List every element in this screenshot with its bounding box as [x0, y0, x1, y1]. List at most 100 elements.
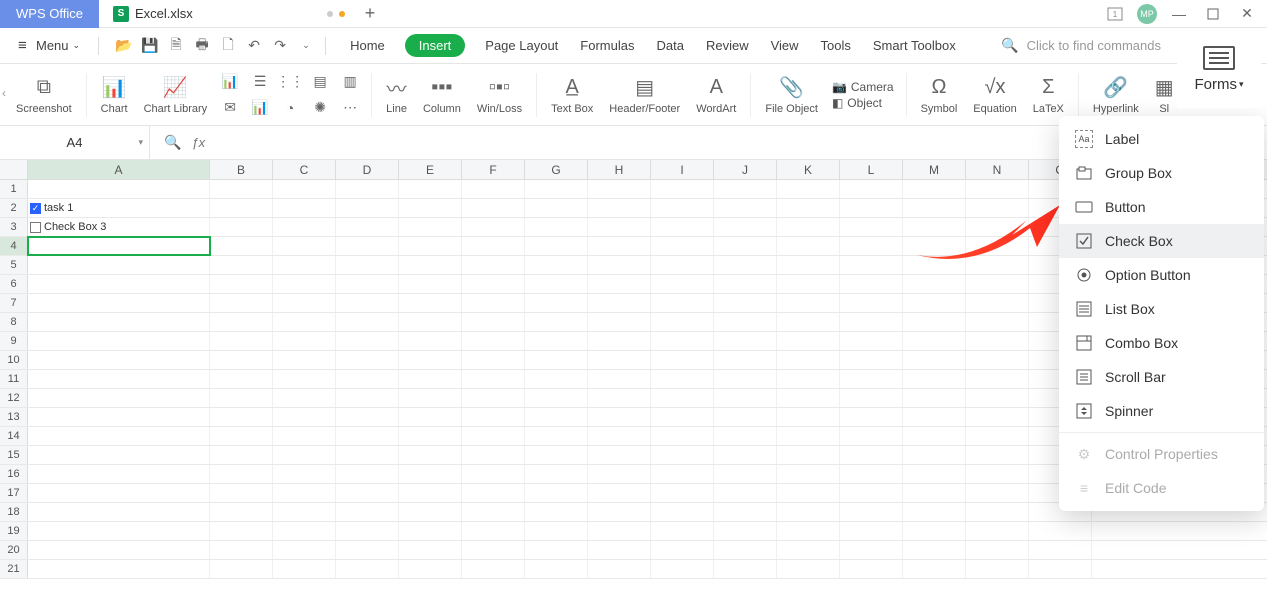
cell[interactable] [336, 351, 399, 369]
cell[interactable] [273, 275, 336, 293]
cell[interactable] [462, 522, 525, 540]
cell[interactable] [28, 446, 210, 464]
cell[interactable] [336, 332, 399, 350]
cell[interactable] [651, 218, 714, 236]
cell[interactable] [336, 237, 399, 255]
user-avatar[interactable]: MP [1137, 4, 1157, 24]
cell[interactable] [588, 351, 651, 369]
cell[interactable] [651, 237, 714, 255]
cell[interactable] [777, 541, 840, 559]
cell[interactable] [588, 180, 651, 198]
cell[interactable] [588, 313, 651, 331]
cell[interactable] [777, 522, 840, 540]
cell[interactable] [210, 256, 273, 274]
column-header-E[interactable]: E [399, 160, 462, 179]
cell[interactable] [777, 313, 840, 331]
cell[interactable] [903, 522, 966, 540]
cell[interactable] [966, 389, 1029, 407]
row-header[interactable]: 5 [0, 256, 28, 274]
cell[interactable] [777, 218, 840, 236]
ribbon-file-object[interactable]: 📎 File Object [757, 74, 826, 115]
cell[interactable] [903, 541, 966, 559]
cell[interactable]: ✓task 1 [28, 199, 210, 217]
cell[interactable] [966, 465, 1029, 483]
cell[interactable] [336, 313, 399, 331]
cell[interactable] [777, 560, 840, 578]
column-header-K[interactable]: K [777, 160, 840, 179]
mail-small-icon[interactable]: ✉ [219, 97, 241, 119]
ribbon-screenshot[interactable]: ⧉ Screenshot [8, 74, 80, 115]
ribbon-equation[interactable]: √x Equation [965, 74, 1024, 115]
cell[interactable] [273, 294, 336, 312]
cell[interactable] [525, 522, 588, 540]
cell[interactable] [525, 180, 588, 198]
cell[interactable] [966, 275, 1029, 293]
cell[interactable] [588, 218, 651, 236]
cell[interactable] [210, 427, 273, 445]
tab-home[interactable]: Home [348, 34, 387, 57]
cell[interactable] [777, 256, 840, 274]
cell[interactable] [210, 560, 273, 578]
cell[interactable] [714, 370, 777, 388]
column-header-J[interactable]: J [714, 160, 777, 179]
cell[interactable] [714, 275, 777, 293]
cell[interactable] [525, 427, 588, 445]
cell[interactable] [651, 389, 714, 407]
select-all-corner[interactable] [0, 160, 28, 179]
cell[interactable] [525, 256, 588, 274]
cell[interactable] [273, 446, 336, 464]
cell[interactable] [273, 465, 336, 483]
cell[interactable] [399, 237, 462, 255]
cell[interactable] [210, 465, 273, 483]
cell[interactable] [651, 256, 714, 274]
cell[interactable] [714, 389, 777, 407]
ribbon-sparkline-column[interactable]: ▪▪▪ Column [415, 74, 469, 115]
cell[interactable] [28, 503, 210, 521]
clock-small-icon[interactable]: ◔ [279, 97, 301, 119]
cell[interactable] [966, 408, 1029, 426]
row-header[interactable]: 17 [0, 484, 28, 502]
cell[interactable] [273, 541, 336, 559]
cell[interactable] [210, 446, 273, 464]
cell[interactable] [399, 256, 462, 274]
cell[interactable] [966, 370, 1029, 388]
cell[interactable] [525, 484, 588, 502]
ribbon-textbox[interactable]: A̲ Text Box [543, 74, 601, 115]
row-header[interactable]: 20 [0, 541, 28, 559]
cell[interactable] [399, 427, 462, 445]
cell[interactable] [966, 503, 1029, 521]
cell[interactable] [525, 351, 588, 369]
cell[interactable] [714, 503, 777, 521]
cell[interactable] [399, 275, 462, 293]
cell[interactable] [525, 408, 588, 426]
cell[interactable] [966, 180, 1029, 198]
cell[interactable] [903, 199, 966, 217]
tab-review[interactable]: Review [704, 34, 751, 57]
ribbon-collapse-icon[interactable]: ‹ [2, 86, 14, 100]
cell[interactable] [966, 446, 1029, 464]
cell[interactable] [714, 256, 777, 274]
ribbon-sparkline-line[interactable]: 〰 Line [378, 74, 415, 115]
ribbon-header-footer[interactable]: ▤ Header/Footer [601, 74, 688, 115]
column-header-L[interactable]: L [840, 160, 903, 179]
cell[interactable] [273, 180, 336, 198]
column-header-B[interactable]: B [210, 160, 273, 179]
cell[interactable] [525, 332, 588, 350]
ribbon-chart[interactable]: 📊 Chart [93, 74, 136, 115]
cell[interactable] [525, 389, 588, 407]
forms-item-option[interactable]: Option Button [1059, 258, 1264, 292]
cell[interactable] [588, 294, 651, 312]
cell[interactable] [588, 522, 651, 540]
cell[interactable] [462, 180, 525, 198]
cell[interactable] [210, 332, 273, 350]
forms-item-label[interactable]: Aa Label [1059, 122, 1264, 156]
vbar-small-icon[interactable]: ▥ [339, 71, 361, 93]
cell[interactable] [525, 503, 588, 521]
maximize-button[interactable] [1201, 2, 1225, 26]
cell[interactable] [336, 522, 399, 540]
cell[interactable] [399, 332, 462, 350]
sun-small-icon[interactable]: ✺ [309, 97, 331, 119]
cell[interactable] [336, 446, 399, 464]
cell[interactable] [840, 180, 903, 198]
row-header[interactable]: 4 [0, 237, 28, 255]
